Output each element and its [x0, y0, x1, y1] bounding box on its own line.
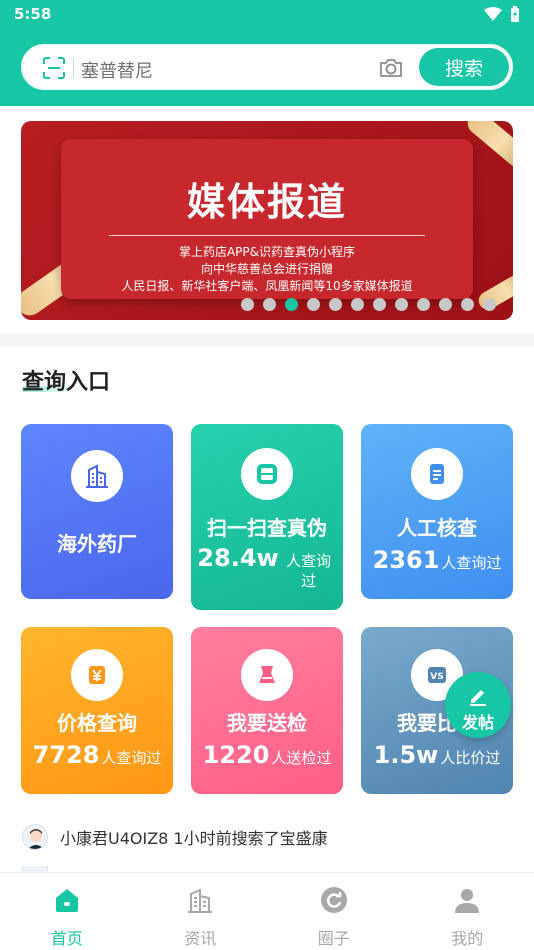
tab-circle[interactable]: 圈子 — [267, 873, 401, 950]
search-separator — [73, 58, 74, 78]
search-button[interactable]: 搜索 — [419, 48, 509, 86]
card-count: 1220 — [202, 741, 270, 769]
feed-item[interactable]: 小康君U4OIZ8 1小时前搜索了宝盛康 — [22, 824, 328, 850]
search-input[interactable]: 塞普替尼 — [81, 57, 153, 83]
yen-icon — [71, 649, 123, 701]
card-send-inspection[interactable]: 我要送检 1220 人送检过 — [191, 627, 343, 794]
card-count: 2361 — [372, 546, 440, 574]
document-icon — [411, 448, 463, 500]
carousel-dot[interactable] — [439, 298, 452, 311]
carousel-dot[interactable] — [263, 298, 276, 311]
banner-line-2: 向中华慈善总会进行捐赠 — [200, 262, 333, 276]
card-unit: 人比价过 — [440, 749, 501, 767]
card-stat: 1220 人送检过 — [191, 741, 343, 769]
tab-label: 资讯 — [184, 929, 217, 948]
carousel-dots — [241, 298, 496, 311]
card-title: 人工核查 — [397, 516, 477, 540]
card-count: 7728 — [32, 741, 100, 769]
scan-icon[interactable] — [43, 57, 65, 79]
card-count: 1.5w — [373, 741, 439, 769]
status-icons — [484, 6, 520, 22]
camera-icon[interactable] — [378, 55, 404, 81]
status-time: 5:58 — [14, 5, 52, 23]
banner-card: 媒体报道 掌上药店APP&识药查真伪小程序 向中华慈善总会进行捐赠 人民日报、新… — [61, 139, 473, 299]
flask-icon — [241, 649, 293, 701]
search-bar[interactable]: 塞普替尼 搜索 — [21, 44, 513, 90]
carousel-dot[interactable] — [241, 298, 254, 311]
tab-label: 圈子 — [317, 929, 350, 948]
banner-title: 媒体报道 — [186, 180, 347, 224]
card-price-query[interactable]: 价格查询 7728 人查询过 — [21, 627, 173, 794]
building-icon — [188, 888, 213, 913]
bottom-tab-bar: 首页 资讯 圈子 我的 — [0, 872, 534, 950]
carousel-dot[interactable] — [351, 298, 364, 311]
carousel-dot[interactable] — [395, 298, 408, 311]
card-stat: 7728 人查询过 — [21, 741, 173, 769]
carousel-dot[interactable] — [461, 298, 474, 311]
carousel-dot[interactable] — [329, 298, 342, 311]
banner-line-3: 人民日报、新华社客户端、凤凰新闻等10多家媒体报道 — [121, 279, 413, 293]
carousel-dot[interactable] — [285, 298, 298, 311]
fab-label: 发帖 — [461, 713, 494, 732]
card-stat: 2361 人查询过 — [361, 546, 513, 574]
section-title: 查询入口 — [22, 370, 111, 395]
card-stat: 28.4w 人查询过 — [191, 544, 343, 591]
card-title: 海外药厂 — [57, 532, 137, 556]
card-unit: 人查询过 — [286, 552, 332, 590]
wifi-icon — [484, 7, 502, 21]
battery-icon — [511, 6, 519, 22]
pencil-icon — [470, 690, 486, 706]
home-icon — [55, 889, 78, 912]
card-unit: 人送检过 — [271, 749, 332, 767]
scan-icon — [241, 448, 293, 500]
carousel-dot[interactable] — [417, 298, 430, 311]
tab-mine[interactable]: 我的 — [401, 873, 534, 950]
feed-text: 小康君U4OIZ8 1小时前搜索了宝盛康 — [60, 829, 328, 848]
refresh-icon — [320, 887, 347, 913]
card-count: 28.4w — [197, 544, 279, 572]
banner-carousel[interactable]: 媒体报道 掌上药店APP&识药查真伪小程序 向中华慈善总会进行捐赠 人民日报、新… — [21, 121, 513, 320]
card-stat: 1.5w 人比价过 — [361, 741, 513, 769]
banner-divider — [109, 235, 425, 236]
tab-home[interactable]: 首页 — [0, 873, 134, 950]
tab-label: 首页 — [50, 929, 83, 948]
header: 5:58 塞普替尼 搜索 — [0, 0, 534, 106]
card-title: 我要送检 — [227, 711, 307, 735]
carousel-dot[interactable] — [483, 298, 496, 311]
post-fab-button[interactable]: 发帖 — [445, 672, 511, 738]
section-divider — [0, 334, 534, 346]
card-manual-check[interactable]: 人工核查 2361 人查询过 — [361, 424, 513, 599]
svg-text:VS: VS — [430, 672, 443, 682]
card-overseas-factory[interactable]: 海外药厂 — [21, 424, 173, 599]
banner-line-1: 掌上药店APP&识药查真伪小程序 — [178, 245, 356, 259]
card-scan-verify[interactable]: 扫一扫查真伪 28.4w 人查询过 — [191, 424, 343, 610]
card-unit: 人查询过 — [101, 749, 162, 767]
tab-news[interactable]: 资讯 — [134, 873, 268, 950]
user-icon — [455, 889, 480, 913]
building-icon — [71, 450, 123, 502]
carousel-dot[interactable] — [307, 298, 320, 311]
avatar — [22, 824, 48, 850]
tab-label: 我的 — [451, 929, 484, 948]
carousel-dot[interactable] — [373, 298, 386, 311]
card-title: 价格查询 — [57, 711, 137, 735]
card-unit: 人查询过 — [441, 554, 502, 572]
card-title: 扫一扫查真伪 — [207, 516, 327, 540]
